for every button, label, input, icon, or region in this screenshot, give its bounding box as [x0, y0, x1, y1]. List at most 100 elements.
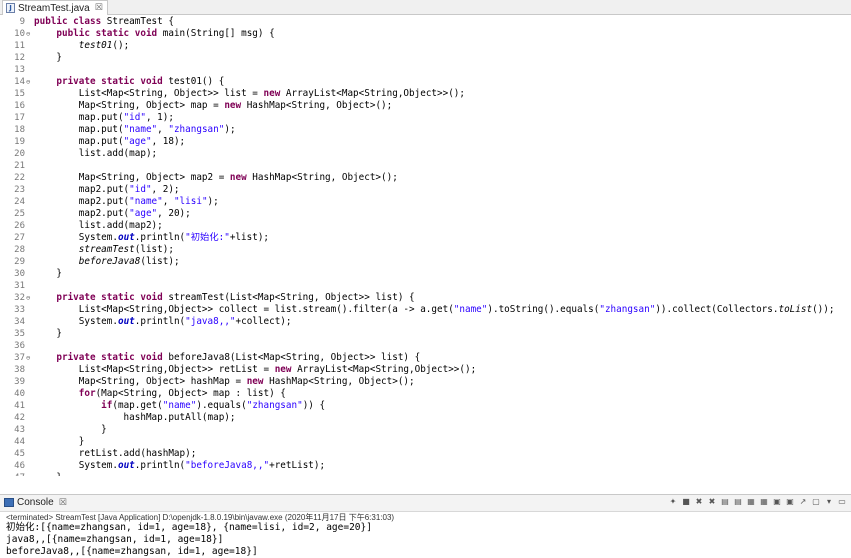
line-number: 46: [14, 461, 25, 471]
code-editor[interactable]: 9 public class StreamTest {10 ⊖ public sta…: [0, 15, 851, 476]
code-text: private static void streamTest(List<Map<…: [34, 292, 414, 304]
code-text: }: [34, 472, 62, 476]
code-text: private static void beforeJava8(List<Map…: [34, 352, 420, 364]
line-number: 35: [14, 329, 25, 339]
code-text: System.out.println("java8,,"+collect);: [34, 316, 292, 328]
code-token: "age": [129, 208, 158, 219]
code-token: public static void: [34, 28, 163, 39]
toolbar-button-icon[interactable]: ▾: [824, 497, 834, 507]
code-token: }: [34, 436, 85, 447]
code-text: Map<String, Object> hashMap = new HashMa…: [34, 376, 415, 388]
code-token: ,: [162, 196, 174, 207]
code-text: retList.add(hashMap);: [34, 448, 197, 460]
code-text: if(map.get("name").equals("zhangsan")) {: [34, 400, 325, 412]
close-icon[interactable]: ☒: [95, 3, 103, 13]
toolbar-button-icon[interactable]: ▦: [746, 497, 756, 507]
toolbar-button-icon[interactable]: ↗: [798, 497, 808, 507]
toolbar-button-icon[interactable]: ▤: [720, 497, 730, 507]
code-token: toList: [778, 304, 813, 315]
code-token: }: [34, 472, 62, 476]
code-token: main(String[] msg) {: [162, 28, 275, 39]
code-token: beforeJava8(List<Map<String, Object>> li…: [168, 352, 421, 363]
code-token: ();: [112, 40, 130, 51]
fold-toggle-icon[interactable]: ⊖: [26, 28, 33, 40]
line-number: 31: [14, 281, 25, 291]
code-token: public class: [34, 16, 107, 27]
toolbar-button-icon[interactable]: ■: [681, 497, 691, 507]
code-token: "java8,,": [185, 316, 236, 327]
code-token: .println(: [134, 232, 186, 243]
toolbar-button-icon[interactable]: ▤: [733, 497, 743, 507]
code-token: hashMap.putAll(map);: [34, 412, 236, 423]
line-number: 12: [14, 53, 25, 63]
fold-toggle-icon[interactable]: ⊖: [26, 76, 33, 88]
code-token: }: [34, 424, 107, 435]
close-icon[interactable]: ☒: [59, 498, 67, 508]
code-token: Map<String, Object> map =: [34, 100, 225, 111]
line-number: 27: [14, 233, 25, 243]
code-token: Map<String, Object> hashMap =: [34, 376, 247, 387]
code-text: List<Map<String, Object>> list = new Arr…: [34, 88, 465, 100]
code-token: .println(: [134, 316, 186, 327]
console-view-bar: Console ☒ ✦ ■ ✖ ✖ ▤ ▤ ▦ ▦ ▣ ▣ ↗ ▢ ▾ ▭: [0, 494, 851, 512]
code-text: map2.put("id", 2);: [34, 184, 180, 196]
toolbar-button-icon[interactable]: ▦: [759, 497, 769, 507]
line-number: 32: [14, 293, 25, 303]
code-token: if: [101, 400, 113, 411]
console-tab[interactable]: Console ☒: [4, 497, 67, 508]
code-token: new: [224, 100, 247, 111]
line-number: 24: [14, 197, 25, 207]
line-number: 30: [14, 269, 25, 279]
toolbar-button-icon[interactable]: ✖: [694, 497, 704, 507]
fold-toggle-icon[interactable]: ⊖: [26, 292, 33, 304]
line-number: 11: [14, 41, 25, 51]
code-token: , 1);: [145, 112, 174, 123]
code-token: list.add(map);: [34, 148, 158, 159]
code-token: new: [263, 88, 286, 99]
toolbar-button-icon[interactable]: ✖: [707, 497, 717, 507]
line-number: 38: [14, 365, 25, 375]
code-token: }: [34, 268, 62, 279]
code-token: (list);: [134, 244, 174, 255]
code-token: (map.get(: [112, 400, 163, 411]
toolbar-button-icon[interactable]: ▣: [772, 497, 782, 507]
toolbar-button-icon[interactable]: ▭: [837, 497, 847, 507]
fold-toggle-icon[interactable]: ⊖: [26, 352, 33, 364]
line-number: 44: [14, 437, 25, 447]
line-number: 9: [19, 17, 25, 27]
code-token: out: [117, 316, 135, 327]
line-number: 21: [14, 161, 25, 171]
code-token: StreamTest {: [106, 16, 174, 27]
console-icon: [4, 498, 14, 507]
code-text: }: [34, 436, 85, 448]
line-number: 29: [14, 257, 25, 267]
toolbar-button-icon[interactable]: ✦: [668, 497, 678, 507]
code-token: )).collect(Collectors.: [655, 304, 779, 315]
toolbar-button-icon[interactable]: ▣: [785, 497, 795, 507]
line-number: 10: [14, 29, 25, 39]
toolbar-button-icon[interactable]: ▢: [811, 497, 821, 507]
code-token: streamTest: [78, 244, 135, 255]
code-token: ArrayList<Map<String,Object>>();: [285, 88, 466, 99]
code-token: "beforeJava8,,": [185, 460, 270, 471]
line-number: 23: [14, 185, 25, 195]
code-token: map.put(: [34, 112, 124, 123]
code-token: for: [78, 388, 96, 399]
code-token: (list);: [140, 256, 180, 267]
line-number: 25: [14, 209, 25, 219]
code-token: , 18);: [151, 136, 186, 147]
code-token: "zhangsan": [168, 124, 225, 135]
code-token: private static void: [34, 352, 169, 363]
code-token: out: [117, 232, 135, 243]
editor-tab-label: StreamTest.java: [18, 2, 90, 14]
code-text: }: [34, 52, 62, 64]
code-text: list.add(map);: [34, 148, 157, 160]
code-text: for(Map<String, Object> map : list) {: [34, 388, 286, 400]
code-token: "id": [129, 184, 152, 195]
code-token: );: [224, 124, 236, 135]
code-text: System.out.println("beforeJava8,,"+retLi…: [34, 460, 325, 472]
editor-tab-streamtest[interactable]: J StreamTest.java ☒: [2, 0, 108, 15]
java-file-icon: J: [6, 3, 15, 13]
